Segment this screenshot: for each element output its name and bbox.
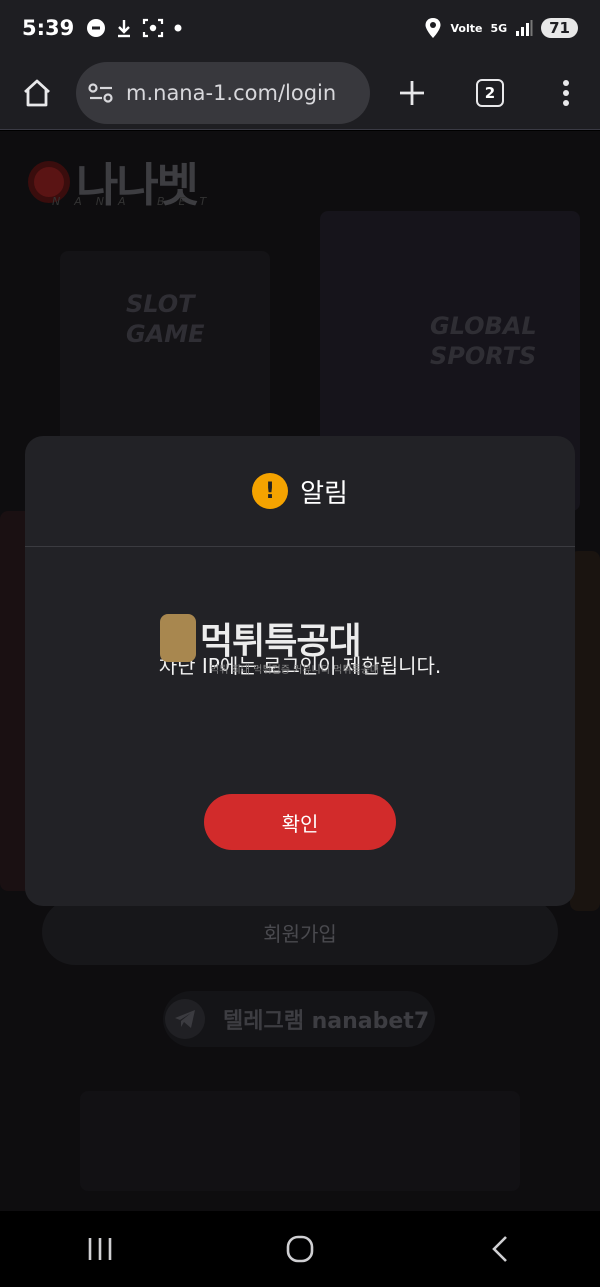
signal-icon bbox=[516, 20, 533, 36]
volte-label: Volte bbox=[450, 21, 483, 35]
home-circle-icon bbox=[286, 1235, 314, 1263]
status-bar: 5:39 Volte 5G 71 bbox=[0, 0, 600, 56]
watermark-text: 먹튀특공대 bbox=[200, 621, 362, 662]
telegram-label: 텔레그램 nanabet7 bbox=[223, 1009, 430, 1034]
browser-toolbar: m.nana-1.com/login 2 bbox=[0, 56, 600, 130]
system-nav-bar bbox=[0, 1211, 600, 1287]
home-nav-button[interactable] bbox=[260, 1219, 340, 1279]
address-bar[interactable]: m.nana-1.com/login bbox=[76, 61, 370, 124]
watermark-subtitle: 먹튀 최대 먹튀검증 커뮤니티 먹튀특공대 bbox=[210, 665, 380, 676]
soldier-avatar-icon bbox=[160, 614, 196, 662]
back-button[interactable] bbox=[460, 1219, 540, 1279]
menu-button[interactable] bbox=[536, 63, 596, 123]
dialog-title: 알림 bbox=[300, 478, 348, 509]
do-not-disturb-icon bbox=[87, 19, 106, 37]
more-vert-icon bbox=[563, 79, 569, 106]
new-tab-button[interactable] bbox=[382, 63, 442, 123]
url-text: m.nana-1.com/login bbox=[126, 80, 337, 105]
status-notification-icons bbox=[86, 18, 182, 38]
battery-indicator: 71 bbox=[541, 18, 578, 38]
home-icon bbox=[24, 79, 50, 106]
telegram-button[interactable]: 텔레그램 nanabet7 bbox=[163, 991, 435, 1047]
logo-subtitle: NANA BET bbox=[52, 195, 221, 208]
signup-button[interactable]: 회원가입 bbox=[42, 899, 558, 965]
back-chevron-icon bbox=[492, 1236, 507, 1262]
status-time: 5:39 bbox=[22, 16, 75, 40]
location-icon bbox=[425, 18, 441, 38]
confirm-button[interactable]: 확인 bbox=[204, 794, 396, 850]
screen-record-icon bbox=[143, 18, 164, 38]
tab-switcher-button[interactable]: 2 bbox=[460, 63, 520, 123]
home-button[interactable] bbox=[0, 56, 74, 130]
tab-count: 2 bbox=[476, 78, 504, 107]
site-settings-icon[interactable] bbox=[88, 82, 114, 104]
network-type: 5G bbox=[490, 21, 508, 35]
footer-banner bbox=[80, 1091, 520, 1191]
download-icon bbox=[118, 20, 131, 38]
watermark-logo: 먹튀특공대 bbox=[160, 612, 362, 664]
dot-icon bbox=[174, 24, 182, 32]
recents-icon bbox=[88, 1238, 112, 1260]
warning-icon: ! bbox=[252, 473, 289, 509]
slot-game-label: SLOT GAME bbox=[126, 290, 205, 348]
dialog-header: ! 알림 bbox=[25, 436, 575, 547]
global-sports-label: GLOBAL SPORTS bbox=[430, 312, 537, 370]
recents-button[interactable] bbox=[60, 1219, 140, 1279]
plus-icon bbox=[400, 80, 424, 105]
telegram-icon bbox=[165, 999, 205, 1039]
status-system-icons: Volte 5G 71 bbox=[424, 17, 578, 39]
